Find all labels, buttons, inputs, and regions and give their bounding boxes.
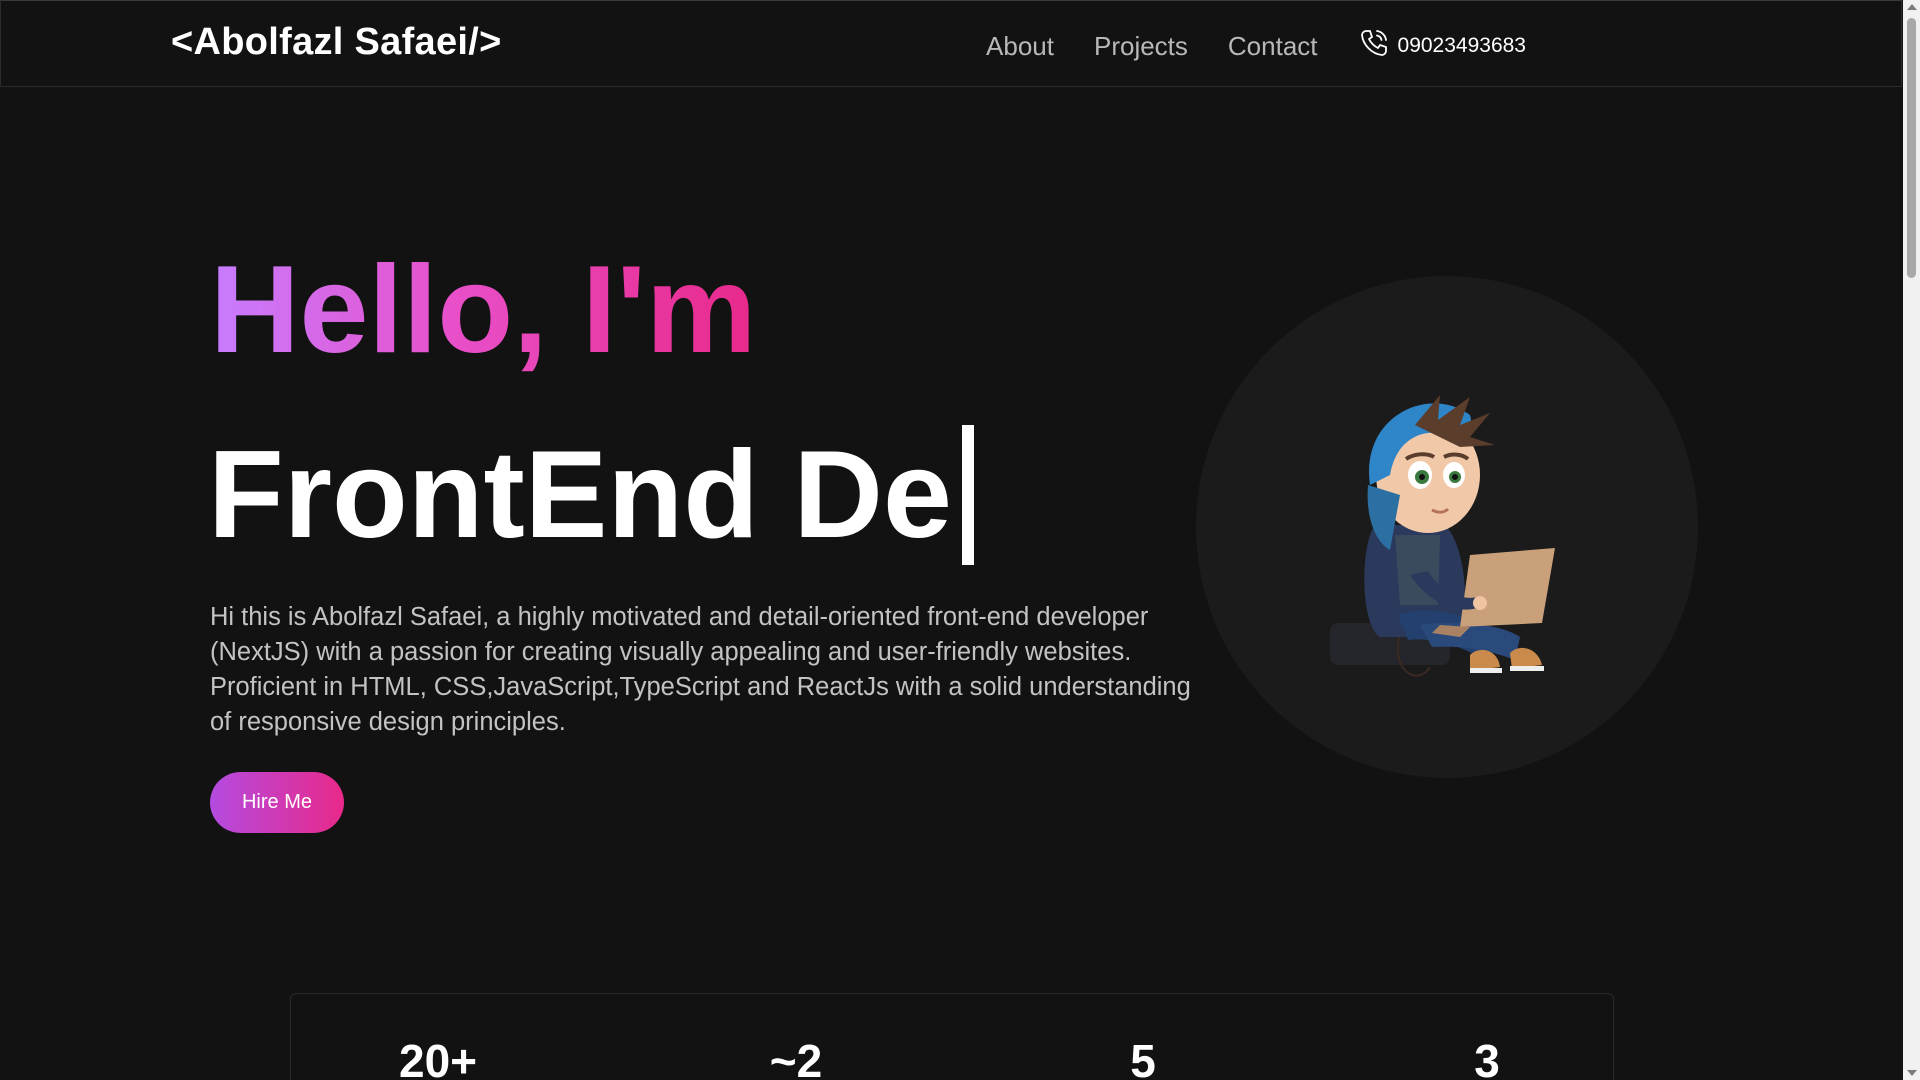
typed-role-text: FrontEnd De — [208, 426, 952, 564]
scroll-up-arrow-icon[interactable] — [1907, 4, 1917, 10]
nav-about[interactable]: About — [986, 31, 1054, 62]
site-header: <Abolfazl Safaei/> About Projects Contac… — [0, 0, 1902, 87]
page-scrollbar[interactable] — [1903, 0, 1920, 1080]
logo[interactable]: <Abolfazl Safaei/> — [171, 21, 502, 64]
phone-contact[interactable]: 09023493683 — [1358, 27, 1526, 65]
hero-greeting: Hello, I'm — [210, 241, 757, 379]
hire-me-button[interactable]: Hire Me — [210, 772, 344, 833]
stat-value-3: 5 — [1130, 1035, 1156, 1080]
stat-value-1: 20+ — [398, 1035, 478, 1080]
phone-icon — [1358, 27, 1398, 65]
phone-number: 09023493683 — [1397, 34, 1526, 57]
stats-panel: 20+ ~2 5 3 — [290, 993, 1614, 1080]
nav-projects[interactable]: Projects — [1094, 31, 1188, 62]
typed-role: FrontEnd De — [208, 420, 974, 570]
scroll-down-arrow-icon[interactable] — [1907, 1070, 1917, 1076]
typing-caret — [961, 425, 974, 565]
main-nav: About Projects Contact 09023493683 — [946, 27, 1526, 65]
developer-avatar-illustration — [1330, 395, 1555, 677]
hero-intro: Hi this is Abolfazl Safaei, a highly mot… — [210, 603, 1191, 736]
stat-value-4: 3 — [1474, 1035, 1500, 1080]
nav-contact[interactable]: Contact — [1228, 31, 1318, 62]
stat-value-2: ~2 — [769, 1035, 823, 1080]
page: <Abolfazl Safaei/> About Projects Contac… — [0, 0, 1920, 1080]
scrollbar-thumb[interactable] — [1907, 18, 1916, 278]
